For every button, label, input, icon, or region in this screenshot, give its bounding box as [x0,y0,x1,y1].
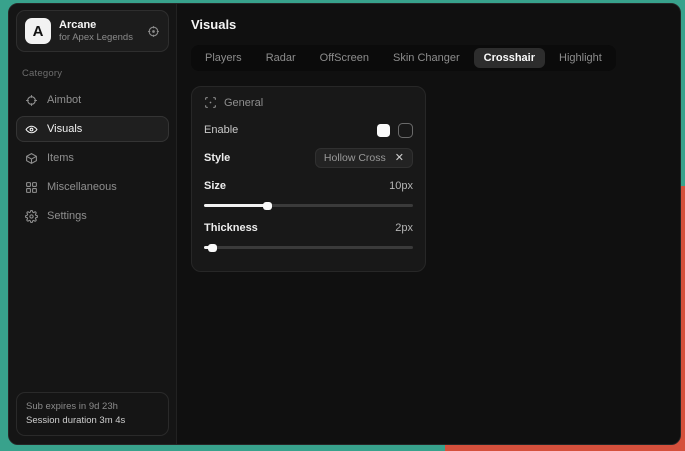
box-icon [25,152,38,165]
brand-card: A Arcane for Apex Legends [16,10,169,52]
enable-controls [377,123,413,138]
panel-title: General [224,97,263,109]
size-slider[interactable] [204,204,413,207]
sidebar-item-miscellaneous[interactable]: Miscellaneous [16,174,169,200]
brand-logo: A [25,18,51,44]
target-icon[interactable] [147,25,160,38]
thickness-label: Thickness [204,222,258,234]
thickness-slider[interactable] [204,246,413,249]
sidebar-item-label: Settings [47,210,87,222]
size-slider-block: Size 10px [204,175,413,207]
subscription-info-card: Sub expires in 9d 23h Session duration 3… [16,392,169,436]
tab-skin-changer[interactable]: Skin Changer [383,48,470,68]
thickness-slider-thumb[interactable] [208,244,217,252]
general-panel: General Enable Style Hollow Cross ✕ Size [191,86,426,272]
tab-players[interactable]: Players [195,48,252,68]
style-select[interactable]: Hollow Cross ✕ [315,148,413,168]
tab-radar[interactable]: Radar [256,48,306,68]
panel-header: General [204,96,413,109]
sidebar-item-label: Visuals [47,123,82,135]
gear-icon [25,210,38,223]
sidebar: A Arcane for Apex Legends Category [9,4,177,444]
app-window: A Arcane for Apex Legends Category [8,3,681,445]
layout-icon [25,181,38,194]
visuals-tabbar: Players Radar OffScreen Skin Changer Cro… [191,45,616,71]
enable-label: Enable [204,124,238,136]
sidebar-item-aimbot[interactable]: Aimbot [16,87,169,113]
close-icon[interactable]: ✕ [395,153,404,164]
brand-title: Arcane [59,19,139,32]
category-label: Category [22,68,169,79]
sidebar-item-visuals[interactable]: Visuals [16,116,169,142]
sidebar-item-items[interactable]: Items [16,145,169,171]
style-value: Hollow Cross [324,152,386,164]
size-label: Size [204,180,226,192]
style-label: Style [204,152,230,164]
tab-highlight[interactable]: Highlight [549,48,612,68]
sidebar-item-settings[interactable]: Settings [16,203,169,229]
sidebar-item-label: Items [47,152,74,164]
tab-crosshair[interactable]: Crosshair [474,48,545,68]
size-slider-fill [204,204,267,207]
enable-checkbox[interactable] [377,124,390,137]
size-value: 10px [389,180,413,192]
size-slider-thumb[interactable] [263,202,272,210]
main-content: Visuals Players Radar OffScreen Skin Cha… [177,4,680,444]
size-row: Size 10px [204,175,413,197]
sidebar-item-label: Aimbot [47,94,81,106]
thickness-row: Thickness 2px [204,217,413,239]
thickness-slider-block: Thickness 2px [204,217,413,249]
page-title: Visuals [191,17,666,32]
thickness-value: 2px [395,222,413,234]
enable-row: Enable [204,119,413,141]
sidebar-item-label: Miscellaneous [47,181,117,193]
brand-subtitle: for Apex Legends [59,32,139,44]
scan-crosshair-icon [204,96,217,109]
style-row: Style Hollow Cross ✕ [204,147,413,169]
eye-icon [25,123,38,136]
session-duration-text: Session duration 3m 4s [26,414,159,428]
sub-expires-text: Sub expires in 9d 23h [26,400,159,414]
brand-text: Arcane for Apex Legends [59,19,139,44]
sidebar-nav: Aimbot Visuals Items [16,87,169,229]
enable-keybind-box[interactable] [398,123,413,138]
tab-offscreen[interactable]: OffScreen [310,48,379,68]
crosshair-icon [25,94,38,107]
